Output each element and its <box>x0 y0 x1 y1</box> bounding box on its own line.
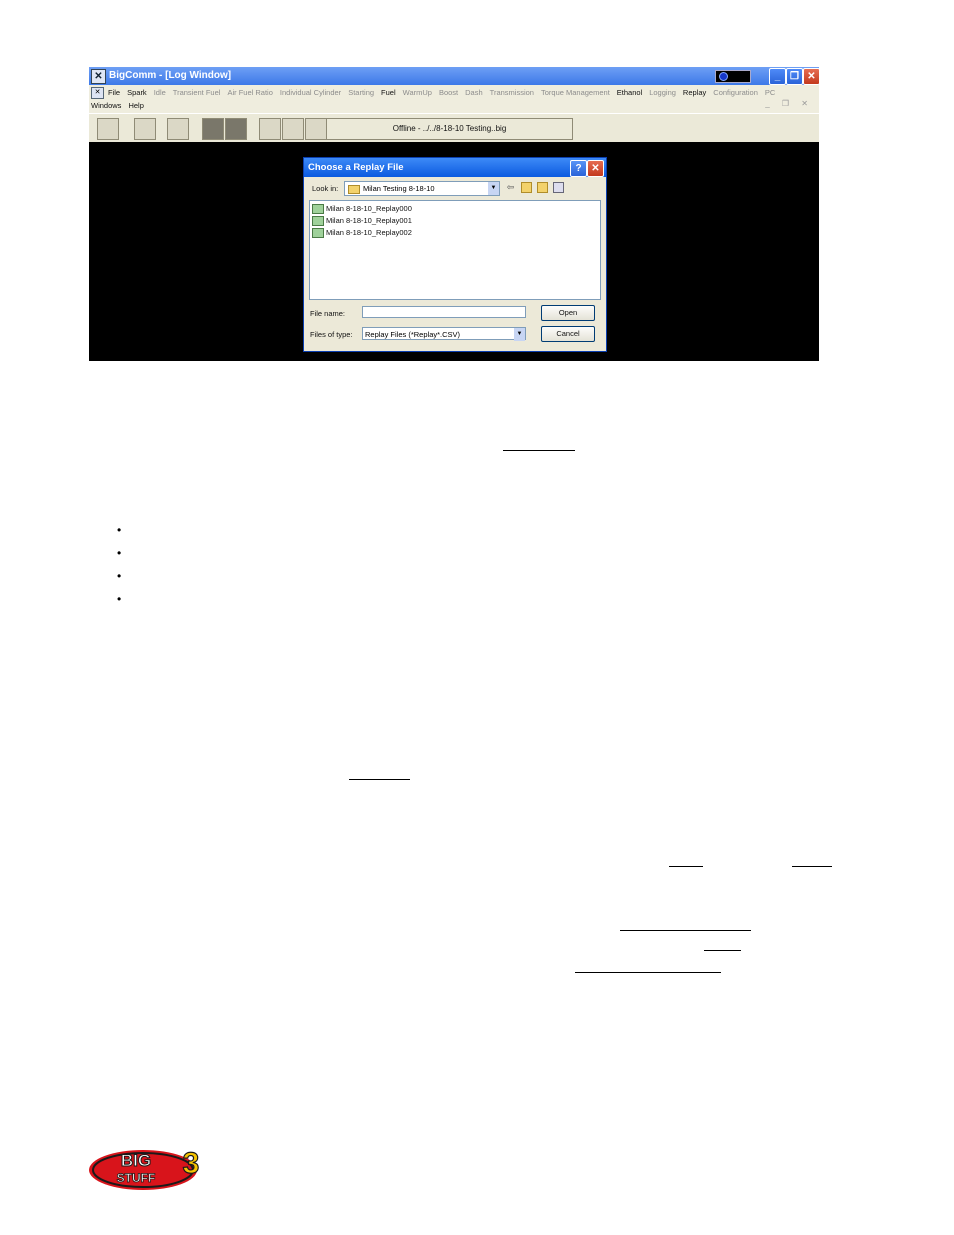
dialog-title-bar: Choose a Replay File ? ✕ <box>304 158 606 177</box>
files-of-type-label: Files of type: <box>310 330 353 339</box>
underline-mark <box>704 950 741 951</box>
view-menu-icon[interactable] <box>553 182 564 193</box>
menu-item-file[interactable]: File <box>108 86 120 99</box>
new-folder-icon[interactable] <box>537 182 548 193</box>
csv-file-icon <box>312 228 324 239</box>
list-item[interactable]: Milan 8-18-10_Replay002 <box>312 227 412 239</box>
menu-item-starting[interactable]: Starting <box>348 86 374 99</box>
app-title-bar: ✕ BigComm - [Log Window] _ ❐ ✕ <box>89 67 820 85</box>
bullet-marker: • <box>117 546 122 560</box>
menu-item-transient-fuel[interactable]: Transient Fuel <box>173 86 221 99</box>
look-in-dropdown[interactable]: Milan Testing 8-18-10 ▼ <box>344 181 500 196</box>
menu-item-replay[interactable]: Replay <box>683 86 706 99</box>
menu-item-transmission[interactable]: Transmission <box>490 86 534 99</box>
underline-mark <box>349 779 410 780</box>
tile-horizontal-tool-icon[interactable] <box>282 118 304 140</box>
cancel-button[interactable]: Cancel <box>541 326 595 342</box>
cascade-tool-icon[interactable] <box>259 118 281 140</box>
menu-item-dash[interactable]: Dash <box>465 86 483 99</box>
chevron-down-icon[interactable]: ▼ <box>488 182 499 195</box>
open-button[interactable]: Open <box>541 305 595 321</box>
csv-file-icon <box>312 204 324 215</box>
menu-item-fuel[interactable]: Fuel <box>381 86 396 99</box>
menu-item-spark[interactable]: Spark <box>127 86 147 99</box>
file-list[interactable]: Milan 8-18-10_Replay000 Milan 8-18-10_Re… <box>309 200 601 300</box>
menu-item-warmup[interactable]: WarmUp <box>403 86 432 99</box>
menu-item-windows[interactable]: Windows <box>91 99 121 112</box>
underline-mark <box>503 450 575 451</box>
logo-number: 3 <box>183 1147 200 1180</box>
csv-file-icon <box>312 216 324 227</box>
maximize-button[interactable]: ❐ <box>786 68 803 85</box>
bullet-marker: • <box>117 569 122 583</box>
connection-status-indicator <box>715 70 751 83</box>
menu-item-logging[interactable]: Logging <box>649 86 676 99</box>
menu-item-boost[interactable]: Boost <box>439 86 458 99</box>
back-arrow-icon[interactable]: ⇦ <box>505 182 516 193</box>
menu-item-ethanol[interactable]: Ethanol <box>617 86 642 99</box>
underline-mark <box>669 866 703 867</box>
menu-item-air-fuel-ratio[interactable]: Air Fuel Ratio <box>227 86 272 99</box>
record-tool-icon[interactable] <box>202 118 224 140</box>
files-of-type-value: Replay Files (*Replay*.CSV) <box>365 330 461 339</box>
logo-text-top: BIG <box>121 1151 151 1170</box>
logo-text-bottom: STUFF <box>117 1171 156 1185</box>
menu-item-help[interactable]: Help <box>128 99 143 112</box>
menu-item-individual-cylinder[interactable]: Individual Cylinder <box>280 86 341 99</box>
mdi-window-controls[interactable]: _ ❐ ✕ <box>765 99 813 108</box>
underline-mark <box>620 930 751 931</box>
close-icon[interactable]: ✕ <box>587 160 604 177</box>
menu-item-torque-management[interactable]: Torque Management <box>541 86 610 99</box>
app-window-screenshot: ✕ BigComm - [Log Window] _ ❐ ✕ ✕ File Spar… <box>89 67 820 361</box>
toolbar: Offline - ../../8-18-10 Testing..big <box>89 113 819 142</box>
status-display: Offline - ../../8-18-10 Testing..big <box>326 118 573 140</box>
app-title: BigComm - [Log Window] <box>109 70 232 81</box>
menu-row-main: ✕ File Spark Idle Transient Fuel Air Fuel Rat… <box>91 86 782 100</box>
help-icon[interactable]: ? <box>570 160 587 177</box>
chevron-down-icon[interactable]: ▼ <box>514 328 525 341</box>
folder-icon <box>348 184 360 194</box>
tile-vertical-tool-icon[interactable] <box>305 118 327 140</box>
menu-bar: ✕ File Spark Idle Transient Fuel Air Fuel Rat… <box>89 85 819 113</box>
look-in-label: Look in: <box>312 184 339 193</box>
minimize-button[interactable]: _ <box>769 68 786 85</box>
window-close-button[interactable]: ✕ <box>803 68 820 85</box>
menu-item-pc[interactable]: PC <box>765 86 775 99</box>
look-in-value: Milan Testing 8-18-10 <box>363 184 435 193</box>
stop-tool-icon[interactable] <box>225 118 247 140</box>
underline-mark <box>792 866 832 867</box>
menu-row-secondary: Windows Help <box>91 99 151 112</box>
bigstuff3-logo: BIG STUFF 3 <box>89 1146 200 1190</box>
file-name-field[interactable] <box>362 306 526 318</box>
underline-mark <box>575 972 721 973</box>
dialog-title: Choose a Replay File <box>308 162 404 173</box>
list-item[interactable]: Milan 8-18-10_Replay001 <box>312 215 412 227</box>
choose-replay-file-dialog: Choose a Replay File ? ✕ Look in: Milan … <box>303 157 607 352</box>
diamond-tool-icon[interactable] <box>167 118 189 140</box>
file-name-label: File name: <box>310 309 346 318</box>
menu-item-idle[interactable]: Idle <box>154 86 166 99</box>
fuel-pump-tool-icon[interactable] <box>134 118 156 140</box>
app-icon: ✕ <box>91 69 106 84</box>
bullet-marker: • <box>117 523 122 537</box>
connect-tool-icon[interactable] <box>97 118 119 140</box>
up-folder-icon[interactable] <box>521 182 532 193</box>
files-of-type-dropdown[interactable]: Replay Files (*Replay*.CSV) ▼ <box>362 327 526 341</box>
menu-item-configuration[interactable]: Configuration <box>713 86 758 99</box>
document-icon[interactable]: ✕ <box>91 87 104 100</box>
bullet-marker: • <box>117 592 122 606</box>
list-item[interactable]: Milan 8-18-10_Replay000 <box>312 203 412 215</box>
